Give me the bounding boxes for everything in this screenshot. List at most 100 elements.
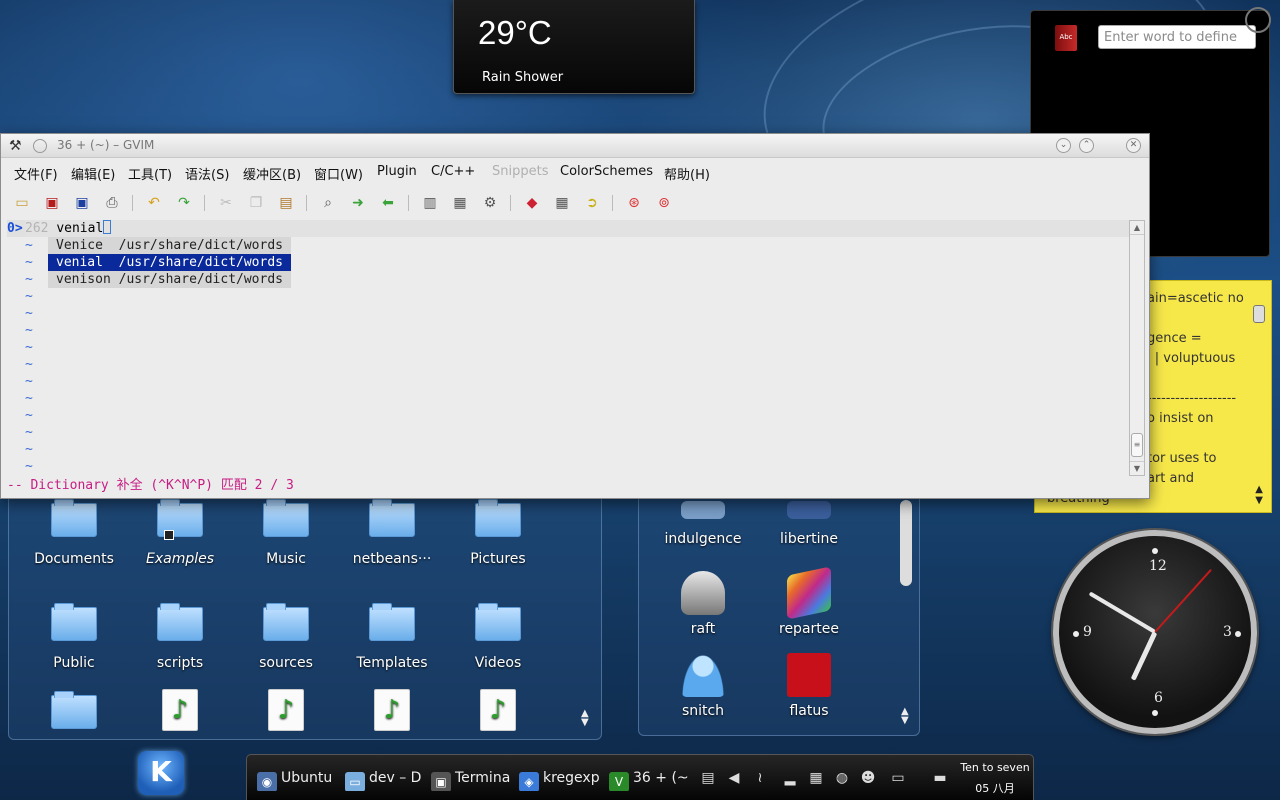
save-icon[interactable]: ▣ — [42, 193, 62, 213]
icon-indulgence[interactable]: indulgence — [653, 501, 753, 547]
globe-icon[interactable]: ◍ — [831, 767, 853, 789]
scroll-down-icon[interactable]: ▼ — [1130, 461, 1144, 475]
sign-column: 0> — [7, 220, 25, 237]
task-label: Ubuntu — [281, 770, 333, 786]
vim-task-icon: V — [609, 772, 629, 791]
pin-icon[interactable] — [33, 139, 47, 153]
clipboard-icon[interactable]: ▤ — [697, 767, 719, 789]
note-line: o insist on — [1147, 411, 1214, 426]
line-number: 262 — [25, 221, 49, 236]
icon-raft[interactable]: raft — [653, 571, 753, 637]
audio-file[interactable]: ♪ — [342, 689, 442, 731]
maximize-icon[interactable]: ⌃ — [1079, 138, 1094, 153]
run-script-icon[interactable]: ⚙ — [480, 193, 500, 213]
folder-templates[interactable]: Templates — [342, 603, 442, 671]
signal-icon[interactable]: ▂ — [779, 767, 801, 789]
editor-area[interactable]: 0> 262 venial Venice /usr/share/dict/wor… — [7, 220, 1129, 476]
task-kregexp[interactable]: ◈ kregexp — [519, 765, 603, 791]
redo-icon[interactable]: ↷ — [174, 193, 194, 213]
audio-file[interactable]: ♪ — [236, 689, 336, 731]
folder-documents[interactable]: Documents — [24, 499, 124, 567]
note-line: ------------------- — [1147, 391, 1237, 406]
make-icon[interactable]: ◆ — [522, 193, 542, 213]
task-ubuntu[interactable]: ◉ Ubuntu — [257, 765, 337, 791]
vim-app-icon[interactable]: ⚒ — [9, 138, 25, 154]
define-word-input[interactable] — [1098, 25, 1256, 49]
find-prev-icon[interactable]: ⬅ — [378, 193, 398, 213]
folder-item[interactable] — [24, 691, 124, 729]
menu-edit[interactable]: 编辑(E) — [71, 164, 115, 183]
folder-netbeans[interactable]: netbeans··· — [342, 499, 442, 567]
network-status-icon[interactable]: ≀ — [749, 767, 771, 789]
menu-file[interactable]: 文件(F) — [14, 164, 58, 183]
find-next-icon[interactable]: ➜ — [348, 193, 368, 213]
completion-item[interactable]: Venice /usr/share/dict/words — [48, 237, 291, 254]
menu-colorschemes[interactable]: ColorSchemes — [560, 164, 653, 179]
kde-menu-button[interactable]: K — [138, 751, 184, 795]
task-gvim[interactable]: V 36 + (~) — [609, 765, 689, 791]
menu-syntax[interactable]: 语法(S) — [185, 164, 229, 183]
show-desktop-icon[interactable]: ▭ — [887, 767, 909, 789]
digital-clock[interactable]: Ten to seven 05 八月 — [959, 761, 1031, 796]
note-line: tor uses to — [1147, 451, 1217, 466]
icon-panel-scrollbar[interactable] — [900, 500, 912, 586]
open-icon[interactable]: ▭ — [12, 193, 32, 213]
editor-scrollbar[interactable]: ▲ ≡ ▼ — [1129, 220, 1145, 476]
menu-window[interactable]: 窗口(W) — [314, 164, 363, 183]
task-dev[interactable]: ▭ dev – D — [345, 765, 423, 791]
close-icon[interactable]: ✕ — [1126, 138, 1141, 153]
icon-repartee[interactable]: repartee — [759, 566, 859, 637]
wallet-icon[interactable]: ▦ — [805, 767, 827, 789]
undo-icon[interactable]: ↶ — [144, 193, 164, 213]
note-scroll-down-icon[interactable]: ▼ — [1255, 495, 1263, 506]
jump-tag-icon[interactable]: ➲ — [582, 193, 602, 213]
qq-icon[interactable]: ☻ — [857, 767, 879, 789]
scroll-up-icon[interactable]: ▲ — [1130, 221, 1144, 235]
icon-libertine[interactable]: libertine — [759, 501, 859, 547]
menu-plugin[interactable]: Plugin — [377, 164, 417, 179]
folder-videos[interactable]: Videos — [448, 603, 548, 671]
menu-buffers[interactable]: 缓冲区(B) — [243, 164, 301, 183]
note-scrollbar-thumb[interactable] — [1253, 305, 1265, 323]
find-replace-icon[interactable]: ⌕ — [318, 193, 338, 213]
volume-icon[interactable]: ◀ — [723, 767, 745, 789]
folder-public[interactable]: Public — [24, 603, 124, 671]
menu-cpp[interactable]: C/C++ — [431, 164, 475, 179]
menu-bar: 文件(F) 编辑(E) 工具(T) 语法(S) 缓冲区(B) 窗口(W) Plu… — [1, 161, 1149, 183]
scrollbar-thumb[interactable]: ≡ — [1131, 433, 1143, 457]
folder-view-scroll-icon[interactable]: ▲ ▼ — [581, 709, 589, 728]
completion-item[interactable]: venison /usr/share/dict/words — [48, 271, 291, 288]
clock-date: 05 八月 — [975, 782, 1015, 795]
load-session-icon[interactable]: ▥ — [420, 193, 440, 213]
folder-music[interactable]: Music — [236, 499, 336, 567]
audio-file[interactable]: ♪ — [448, 689, 548, 731]
save-session-icon[interactable]: ▦ — [450, 193, 470, 213]
folder-pictures[interactable]: Pictures — [448, 499, 548, 567]
device-notifier-icon[interactable]: ▬ — [925, 767, 955, 789]
completion-word: Venice — [56, 238, 111, 253]
icon-snitch[interactable]: snitch — [653, 653, 753, 719]
paste-icon[interactable]: ▤ — [276, 193, 296, 213]
print-icon[interactable]: ⎙ — [102, 193, 122, 213]
folder-label: scripts — [156, 655, 204, 671]
menu-tools[interactable]: 工具(T) — [128, 164, 172, 183]
note-scroll-up-icon[interactable]: ▲ — [1255, 484, 1263, 495]
minimize-icon[interactable]: ⌄ — [1056, 138, 1071, 153]
save-all-icon[interactable]: ▣ — [72, 193, 92, 213]
analog-clock: 12 3 6 9 — [1053, 530, 1257, 734]
folder-examples[interactable]: Examples — [130, 499, 230, 567]
icon-panel-scroll-icon[interactable]: ▲ ▼ — [901, 707, 909, 726]
task-terminal[interactable]: ▣ Terminal — [431, 765, 511, 791]
menu-help[interactable]: 帮助(H) — [664, 164, 710, 183]
folder-sources[interactable]: sources — [236, 603, 336, 671]
icon-flatus[interactable]: flatus — [759, 653, 859, 719]
folder-icon — [263, 499, 309, 537]
build-tags-icon[interactable]: ▦ — [552, 193, 572, 213]
window-titlebar[interactable]: ⚒ 36 + (~) – GVIM ⌄ ⌃ ✕ — [1, 134, 1149, 158]
audio-file[interactable]: ♪ — [130, 689, 230, 731]
folder-scripts[interactable]: scripts — [130, 603, 230, 671]
completion-item-selected[interactable]: venial /usr/share/dict/words — [48, 254, 291, 271]
widget-handle-icon[interactable] — [1245, 7, 1271, 33]
help-icon[interactable]: ⊛ — [624, 193, 644, 213]
find-help-icon[interactable]: ⊚ — [654, 193, 674, 213]
